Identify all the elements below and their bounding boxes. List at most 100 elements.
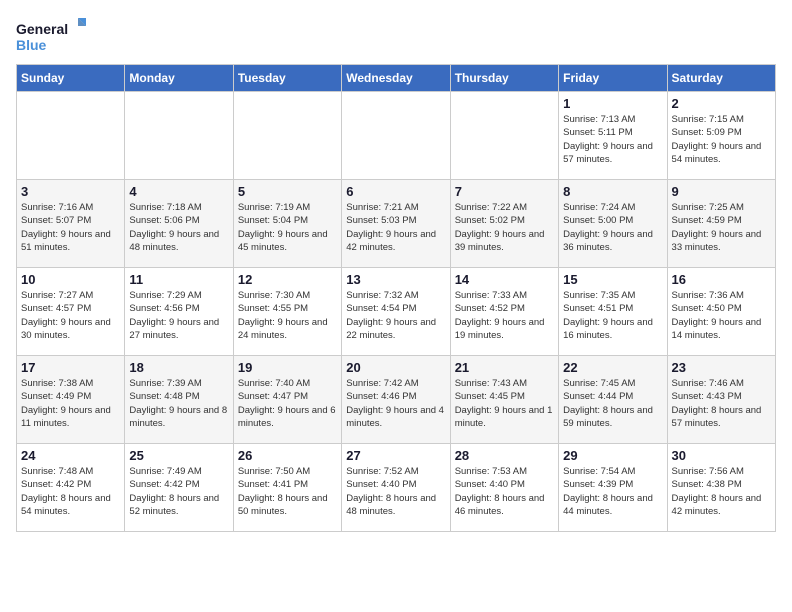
day-info: Sunrise: 7:25 AM Sunset: 4:59 PM Dayligh… xyxy=(672,201,771,254)
page-header: General Blue xyxy=(16,16,776,56)
day-number: 1 xyxy=(563,96,662,111)
day-info: Sunrise: 7:48 AM Sunset: 4:42 PM Dayligh… xyxy=(21,465,120,518)
calendar-header-row: SundayMondayTuesdayWednesdayThursdayFrid… xyxy=(17,65,776,92)
day-number: 5 xyxy=(238,184,337,199)
day-number: 8 xyxy=(563,184,662,199)
day-cell: 17 Sunrise: 7:38 AM Sunset: 4:49 PM Dayli… xyxy=(17,356,125,444)
day-cell: 23 Sunrise: 7:46 AM Sunset: 4:43 PM Dayli… xyxy=(667,356,775,444)
day-info: Sunrise: 7:39 AM Sunset: 4:48 PM Dayligh… xyxy=(129,377,228,430)
day-number: 10 xyxy=(21,272,120,287)
day-info: Sunrise: 7:52 AM Sunset: 4:40 PM Dayligh… xyxy=(346,465,445,518)
day-number: 3 xyxy=(21,184,120,199)
day-cell: 3Sunrise: 7:16 AM Sunset: 5:07 PM Daylig… xyxy=(17,180,125,268)
day-number: 13 xyxy=(346,272,445,287)
day-cell: 22 Sunrise: 7:45 AM Sunset: 4:44 PM Dayli… xyxy=(559,356,667,444)
header-thursday: Thursday xyxy=(450,65,558,92)
day-number: 17 xyxy=(21,360,120,375)
day-number: 30 xyxy=(672,448,771,463)
svg-text:General: General xyxy=(16,21,68,37)
day-cell: 12 Sunrise: 7:30 AM Sunset: 4:55 PM Dayli… xyxy=(233,268,341,356)
day-cell: 28 Sunrise: 7:53 AM Sunset: 4:40 PM Dayli… xyxy=(450,444,558,532)
day-cell: 21 Sunrise: 7:43 AM Sunset: 4:45 PM Dayli… xyxy=(450,356,558,444)
day-cell xyxy=(342,92,450,180)
day-number: 28 xyxy=(455,448,554,463)
day-number: 6 xyxy=(346,184,445,199)
day-number: 19 xyxy=(238,360,337,375)
header-saturday: Saturday xyxy=(667,65,775,92)
logo: General Blue xyxy=(16,16,86,56)
day-cell xyxy=(233,92,341,180)
day-info: Sunrise: 7:30 AM Sunset: 4:55 PM Dayligh… xyxy=(238,289,337,342)
week-row-3: 10Sunrise: 7:27 AM Sunset: 4:57 PM Dayli… xyxy=(17,268,776,356)
week-row-5: 24Sunrise: 7:48 AM Sunset: 4:42 PM Dayli… xyxy=(17,444,776,532)
day-number: 4 xyxy=(129,184,228,199)
day-number: 9 xyxy=(672,184,771,199)
day-info: Sunrise: 7:13 AM Sunset: 5:11 PM Dayligh… xyxy=(563,113,662,166)
day-cell: 2 Sunrise: 7:15 AM Sunset: 5:09 PM Daylig… xyxy=(667,92,775,180)
day-cell: 7 Sunrise: 7:22 AM Sunset: 5:02 PM Daylig… xyxy=(450,180,558,268)
week-row-2: 3Sunrise: 7:16 AM Sunset: 5:07 PM Daylig… xyxy=(17,180,776,268)
day-cell: 9 Sunrise: 7:25 AM Sunset: 4:59 PM Daylig… xyxy=(667,180,775,268)
day-cell: 25 Sunrise: 7:49 AM Sunset: 4:42 PM Dayli… xyxy=(125,444,233,532)
day-number: 22 xyxy=(563,360,662,375)
day-info: Sunrise: 7:49 AM Sunset: 4:42 PM Dayligh… xyxy=(129,465,228,518)
header-sunday: Sunday xyxy=(17,65,125,92)
day-info: Sunrise: 7:22 AM Sunset: 5:02 PM Dayligh… xyxy=(455,201,554,254)
day-cell: 20Sunrise: 7:42 AM Sunset: 4:46 PM Dayli… xyxy=(342,356,450,444)
day-number: 23 xyxy=(672,360,771,375)
day-info: Sunrise: 7:54 AM Sunset: 4:39 PM Dayligh… xyxy=(563,465,662,518)
day-info: Sunrise: 7:24 AM Sunset: 5:00 PM Dayligh… xyxy=(563,201,662,254)
day-info: Sunrise: 7:38 AM Sunset: 4:49 PM Dayligh… xyxy=(21,377,120,430)
day-info: Sunrise: 7:15 AM Sunset: 5:09 PM Dayligh… xyxy=(672,113,771,166)
day-cell: 1 Sunrise: 7:13 AM Sunset: 5:11 PM Daylig… xyxy=(559,92,667,180)
day-info: Sunrise: 7:43 AM Sunset: 4:45 PM Dayligh… xyxy=(455,377,554,430)
day-number: 2 xyxy=(672,96,771,111)
day-cell: 14 Sunrise: 7:33 AM Sunset: 4:52 PM Dayli… xyxy=(450,268,558,356)
day-cell: 15 Sunrise: 7:35 AM Sunset: 4:51 PM Dayli… xyxy=(559,268,667,356)
svg-text:Blue: Blue xyxy=(16,37,47,53)
day-info: Sunrise: 7:53 AM Sunset: 4:40 PM Dayligh… xyxy=(455,465,554,518)
day-cell: 4 Sunrise: 7:18 AM Sunset: 5:06 PM Daylig… xyxy=(125,180,233,268)
day-cell: 27 Sunrise: 7:52 AM Sunset: 4:40 PM Dayli… xyxy=(342,444,450,532)
day-number: 25 xyxy=(129,448,228,463)
day-info: Sunrise: 7:45 AM Sunset: 4:44 PM Dayligh… xyxy=(563,377,662,430)
day-number: 11 xyxy=(129,272,228,287)
day-cell: 16 Sunrise: 7:36 AM Sunset: 4:50 PM Dayli… xyxy=(667,268,775,356)
day-info: Sunrise: 7:56 AM Sunset: 4:38 PM Dayligh… xyxy=(672,465,771,518)
day-info: Sunrise: 7:32 AM Sunset: 4:54 PM Dayligh… xyxy=(346,289,445,342)
day-cell: 8 Sunrise: 7:24 AM Sunset: 5:00 PM Daylig… xyxy=(559,180,667,268)
header-monday: Monday xyxy=(125,65,233,92)
day-cell: 19Sunrise: 7:40 AM Sunset: 4:47 PM Dayli… xyxy=(233,356,341,444)
day-cell xyxy=(17,92,125,180)
calendar-table: SundayMondayTuesdayWednesdayThursdayFrid… xyxy=(16,64,776,532)
header-tuesday: Tuesday xyxy=(233,65,341,92)
day-info: Sunrise: 7:46 AM Sunset: 4:43 PM Dayligh… xyxy=(672,377,771,430)
day-info: Sunrise: 7:21 AM Sunset: 5:03 PM Dayligh… xyxy=(346,201,445,254)
day-number: 14 xyxy=(455,272,554,287)
day-number: 27 xyxy=(346,448,445,463)
day-number: 29 xyxy=(563,448,662,463)
header-friday: Friday xyxy=(559,65,667,92)
day-info: Sunrise: 7:33 AM Sunset: 4:52 PM Dayligh… xyxy=(455,289,554,342)
day-info: Sunrise: 7:35 AM Sunset: 4:51 PM Dayligh… xyxy=(563,289,662,342)
day-info: Sunrise: 7:18 AM Sunset: 5:06 PM Dayligh… xyxy=(129,201,228,254)
week-row-4: 17 Sunrise: 7:38 AM Sunset: 4:49 PM Dayli… xyxy=(17,356,776,444)
day-number: 15 xyxy=(563,272,662,287)
day-number: 21 xyxy=(455,360,554,375)
day-number: 7 xyxy=(455,184,554,199)
day-cell: 29 Sunrise: 7:54 AM Sunset: 4:39 PM Dayli… xyxy=(559,444,667,532)
day-cell: 13 Sunrise: 7:32 AM Sunset: 4:54 PM Dayli… xyxy=(342,268,450,356)
logo-svg: General Blue xyxy=(16,16,86,56)
day-cell: 18Sunrise: 7:39 AM Sunset: 4:48 PM Dayli… xyxy=(125,356,233,444)
day-number: 12 xyxy=(238,272,337,287)
day-info: Sunrise: 7:36 AM Sunset: 4:50 PM Dayligh… xyxy=(672,289,771,342)
day-cell: 5Sunrise: 7:19 AM Sunset: 5:04 PM Daylig… xyxy=(233,180,341,268)
day-cell xyxy=(450,92,558,180)
week-row-1: 1 Sunrise: 7:13 AM Sunset: 5:11 PM Daylig… xyxy=(17,92,776,180)
day-number: 26 xyxy=(238,448,337,463)
day-cell: 6 Sunrise: 7:21 AM Sunset: 5:03 PM Daylig… xyxy=(342,180,450,268)
day-info: Sunrise: 7:29 AM Sunset: 4:56 PM Dayligh… xyxy=(129,289,228,342)
day-info: Sunrise: 7:42 AM Sunset: 4:46 PM Dayligh… xyxy=(346,377,445,430)
day-number: 16 xyxy=(672,272,771,287)
header-wednesday: Wednesday xyxy=(342,65,450,92)
